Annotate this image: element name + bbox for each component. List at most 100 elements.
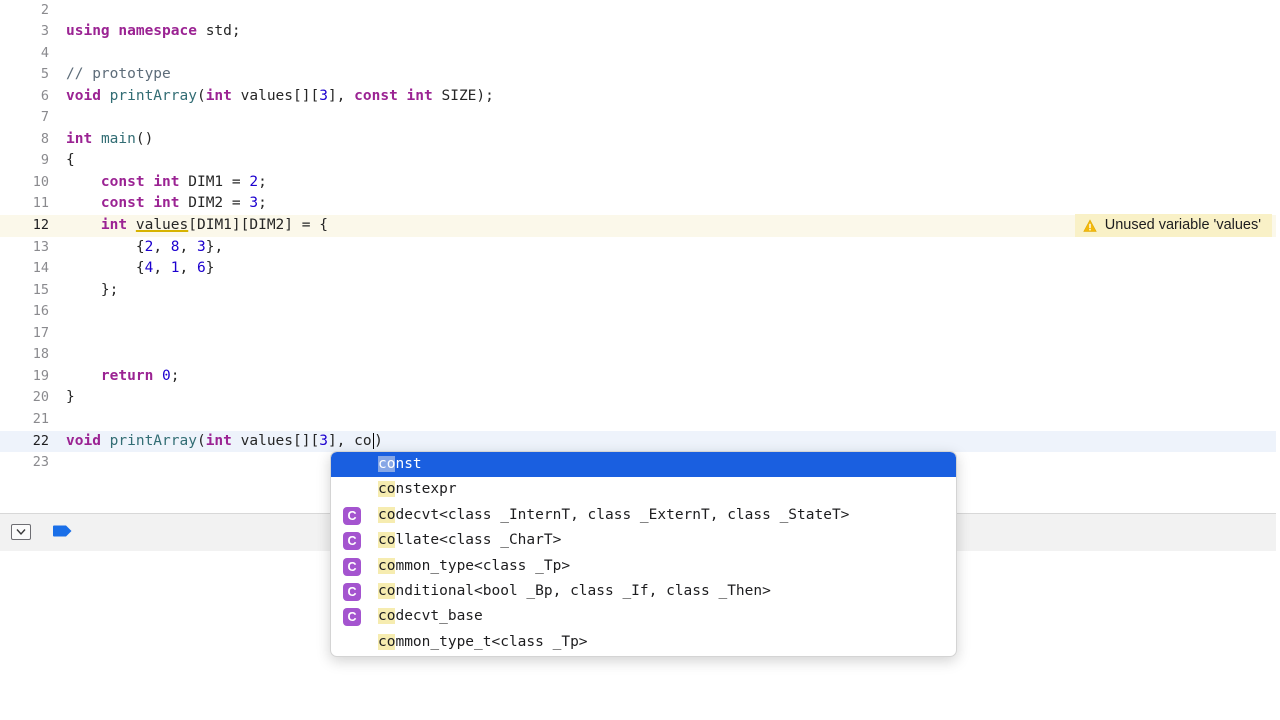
code-text[interactable]: {2, 8, 3}, (66, 237, 223, 259)
autocomplete-item-label: common_type<class _Tp> (378, 554, 570, 579)
code-token: 0 (162, 367, 171, 384)
match-highlight: co (378, 608, 396, 625)
class-badge-icon: C (343, 608, 361, 627)
code-token: } (66, 389, 75, 406)
code-line[interactable]: 21 (0, 409, 1276, 431)
code-token: values[][ (231, 432, 320, 449)
code-line[interactable]: 3 using namespace std; (0, 21, 1276, 43)
code-line[interactable]: 19 return 0; (0, 366, 1276, 388)
autocomplete-item[interactable]: Ccollate<class _CharT> (331, 528, 956, 553)
code-token: 3 (319, 87, 328, 104)
code-line[interactable]: 4 (0, 43, 1276, 65)
code-editor[interactable]: 2 3 using namespace std; 4 5// prototype 6 voi… (0, 0, 1276, 513)
match-rest: decvt<class _InternT, class _ExternT, cl… (395, 506, 850, 523)
line-number: 5 (40, 66, 49, 83)
minimap-edge (1276, 0, 1280, 720)
line-number: 4 (40, 44, 49, 61)
code-token: 2 (144, 238, 154, 255)
code-line[interactable]: 17 (0, 323, 1276, 345)
line-number: 12 (32, 217, 49, 233)
code-text[interactable]: } (66, 387, 75, 409)
code-line[interactable]: 8 int main() (0, 129, 1276, 151)
code-line[interactable]: 5 // prototype (0, 64, 1276, 86)
class-badge-icon: C (343, 583, 361, 601)
autocomplete-item[interactable]: Ccommon_type<class _Tp> (331, 554, 956, 579)
code-token: SIZE); (432, 87, 494, 104)
code-line[interactable]: 10 const int DIM1 = 2; (0, 172, 1276, 194)
code-text[interactable]: }; (66, 280, 118, 302)
code-token: 3 (319, 432, 328, 449)
warning-triangle-icon (1083, 218, 1097, 232)
class-badge-icon: C (343, 557, 361, 576)
code-line[interactable]: 16 (0, 301, 1276, 323)
line-number: 7 (40, 109, 49, 126)
code-token: int (100, 217, 128, 233)
code-token: const (100, 173, 145, 190)
code-token: main (100, 130, 136, 147)
code-token: ; (258, 173, 267, 190)
line-number: 17 (32, 324, 49, 341)
code-token: int (406, 87, 433, 104)
warning-annotation[interactable]: Unused variable 'values' (1074, 214, 1272, 237)
code-token: , (179, 260, 197, 277)
code-line[interactable]: 15 }; (0, 280, 1276, 302)
match-rest: llate<class _CharT> (395, 532, 562, 549)
code-token: int (66, 130, 93, 147)
code-token: values[][ (231, 87, 320, 104)
code-text[interactable]: using namespace std; (66, 21, 241, 43)
code-token: // prototype (66, 66, 171, 83)
code-text[interactable]: // prototype (66, 64, 171, 86)
code-token: return (100, 367, 154, 384)
autocomplete-popup[interactable]: const constexpr Ccodecvt<class _InternT, c… (330, 451, 957, 657)
code-line[interactable]: 7 (0, 107, 1276, 129)
code-token: , (179, 238, 197, 255)
line-number: 8 (40, 130, 49, 147)
match-highlight: co (378, 456, 396, 472)
autocomplete-item[interactable]: Ccodecvt<class _InternT, class _ExternT,… (331, 503, 956, 528)
code-text[interactable]: void printArray(int values[][3], const i… (66, 86, 494, 108)
hide-debug-area-button[interactable] (11, 524, 31, 540)
code-text[interactable]: { (66, 150, 75, 172)
code-token: ; (258, 195, 267, 212)
autocomplete-item-label: collate<class _CharT> (378, 528, 561, 553)
breakpoints-toggle-icon[interactable] (52, 525, 72, 537)
code-line[interactable]: 2 (0, 0, 1276, 21)
code-token: ( (196, 432, 206, 449)
code-line[interactable]: 20} (0, 387, 1276, 409)
code-text[interactable]: int main() (66, 129, 153, 151)
class-badge-icon: C (343, 506, 361, 525)
line-number: 19 (32, 367, 49, 384)
code-text[interactable]: return 0; (66, 366, 180, 388)
code-line[interactable]: 6 void printArray(int values[][3], const … (0, 86, 1276, 108)
code-text[interactable]: int values[DIM1][DIM2] = { (66, 215, 328, 237)
match-rest: decvt_base (395, 608, 483, 625)
autocomplete-item[interactable]: Ccodecvt_base (331, 604, 956, 629)
code-line[interactable]: 18 (0, 344, 1276, 366)
code-text[interactable]: const int DIM1 = 2; (66, 172, 267, 194)
code-token: 1 (170, 260, 180, 277)
code-line[interactable]: 14 {4, 1, 6} (0, 258, 1276, 280)
line-number: 13 (32, 238, 49, 255)
code-token: [DIM1][DIM2] = { (188, 217, 328, 233)
code-line[interactable]: 11 const int DIM2 = 3; (0, 193, 1276, 215)
code-token: 6 (196, 260, 206, 277)
autocomplete-item[interactable]: const (331, 452, 956, 478)
autocomplete-item[interactable]: constexpr (331, 477, 956, 502)
autocomplete-item[interactable]: Cconditional<bool _Bp, class _If, class … (331, 579, 956, 604)
code-token: { (66, 260, 145, 277)
autocomplete-item[interactable]: common_type_t<class _Tp> (331, 630, 956, 655)
code-text[interactable]: const int DIM2 = 3; (66, 193, 267, 215)
code-text[interactable]: {4, 1, 6} (66, 258, 215, 280)
code-text[interactable]: void printArray(int values[][3], co) (66, 431, 383, 453)
code-token: , (153, 260, 171, 277)
match-highlight: co (378, 532, 396, 549)
code-line[interactable]: 13 {2, 8, 3}, (0, 237, 1276, 259)
code-line[interactable]: 22 void printArray(int values[][3], co) (0, 430, 1276, 453)
code-line[interactable]: 9{ (0, 150, 1276, 172)
line-number: 20 (32, 389, 49, 406)
